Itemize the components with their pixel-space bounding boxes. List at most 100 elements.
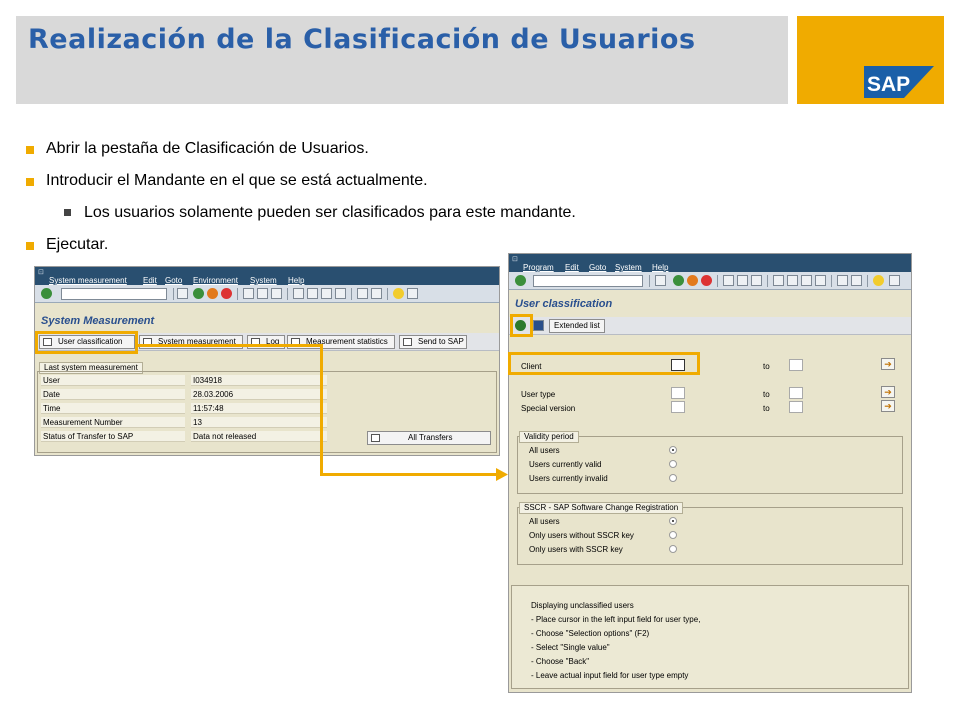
last-page-icon[interactable]: [335, 288, 346, 299]
sscr-without-key-radio[interactable]: [669, 531, 677, 539]
menu-edit[interactable]: Edit: [565, 263, 579, 272]
radio-label: Users currently valid: [529, 460, 602, 469]
new-session-icon[interactable]: [357, 288, 368, 299]
enter-icon[interactable]: [41, 288, 52, 299]
find-icon[interactable]: [257, 288, 268, 299]
special-version-input-from[interactable]: [671, 401, 685, 413]
info-icon[interactable]: [533, 320, 544, 331]
radio-label: Only users with SSCR key: [529, 545, 623, 554]
shortcut-icon[interactable]: [371, 288, 382, 299]
special-version-label: Special version: [521, 404, 576, 413]
validity-currently-valid-radio[interactable]: [669, 460, 677, 468]
standard-toolbar: [509, 272, 911, 290]
find-next-icon[interactable]: [271, 288, 282, 299]
toolbar-separator: [767, 275, 768, 287]
screen-title: User classification: [515, 298, 613, 310]
multiple-selection-arrow-icon[interactable]: ➔: [881, 400, 895, 412]
find-next-icon[interactable]: [751, 275, 762, 286]
save-icon[interactable]: [655, 275, 666, 286]
previous-page-icon[interactable]: [307, 288, 318, 299]
send-to-sap-button[interactable]: Send to SAP: [399, 335, 467, 349]
menu-bar: ⊡ System measurement Edit Goto Environme…: [35, 267, 499, 285]
print-icon[interactable]: [243, 288, 254, 299]
title-band: Realización de la Clasificación de Usuar…: [16, 16, 788, 104]
enter-icon[interactable]: [515, 275, 526, 286]
window-menu-icon[interactable]: ⊡: [512, 255, 518, 263]
connector-line: [138, 344, 323, 347]
help-icon[interactable]: [873, 275, 884, 286]
help-icon[interactable]: [393, 288, 404, 299]
toolbar-separator: [387, 288, 388, 300]
all-transfers-button[interactable]: All Transfers: [367, 431, 491, 445]
cancel-icon[interactable]: [221, 288, 232, 299]
next-page-icon[interactable]: [801, 275, 812, 286]
back-icon[interactable]: [193, 288, 204, 299]
menu-program[interactable]: Program: [523, 263, 554, 272]
back-icon[interactable]: [673, 275, 684, 286]
toolbar-separator: [717, 275, 718, 287]
toolbar-separator: [287, 288, 288, 300]
menu-system[interactable]: System: [615, 263, 642, 272]
list-icon: [371, 434, 380, 442]
bullet-marker: [26, 178, 34, 186]
last-page-icon[interactable]: [815, 275, 826, 286]
bullet-marker: [26, 242, 34, 250]
find-icon[interactable]: [737, 275, 748, 286]
sscr-all-users-radio[interactable]: [669, 517, 677, 525]
previous-page-icon[interactable]: [787, 275, 798, 286]
exit-icon[interactable]: [207, 288, 218, 299]
user-type-input-from[interactable]: [671, 387, 685, 399]
exit-icon[interactable]: [687, 275, 698, 286]
button-label: Extended list: [554, 321, 600, 330]
info-line: - Choose "Back": [531, 657, 590, 666]
layout-icon[interactable]: [407, 288, 418, 299]
command-field[interactable]: [533, 275, 643, 287]
row-key: Time: [41, 403, 185, 414]
row-value: 11:57:48: [191, 403, 327, 414]
menu-system-measurement[interactable]: System measurement: [49, 276, 127, 285]
first-page-icon[interactable]: [773, 275, 784, 286]
extended-list-button[interactable]: Extended list: [549, 319, 605, 333]
table-row: Time 11:57:48: [41, 403, 331, 414]
client-input-to[interactable]: [789, 359, 803, 371]
user-type-input-to[interactable]: [789, 387, 803, 399]
shortcut-icon[interactable]: [851, 275, 862, 286]
radio-label: Users currently invalid: [529, 474, 608, 483]
command-field[interactable]: [61, 288, 167, 300]
validity-all-users-radio[interactable]: [669, 446, 677, 454]
menu-help[interactable]: Help: [288, 276, 304, 285]
to-label: to: [763, 404, 770, 413]
row-key: Status of Transfer to SAP: [41, 431, 185, 442]
menu-edit[interactable]: Edit: [143, 276, 157, 285]
logo-band: SAP: [797, 16, 944, 104]
connector-line: [320, 473, 498, 476]
menu-goto[interactable]: Goto: [165, 276, 182, 285]
validity-currently-invalid-radio[interactable]: [669, 474, 677, 482]
row-value: 28.03.2006: [191, 389, 327, 400]
row-value: 13: [191, 417, 327, 428]
menu-system[interactable]: System: [250, 276, 277, 285]
sap-logo: SAP: [864, 66, 934, 98]
first-page-icon[interactable]: [293, 288, 304, 299]
menu-environment[interactable]: Environment: [193, 276, 238, 285]
next-page-icon[interactable]: [321, 288, 332, 299]
print-icon[interactable]: [723, 275, 734, 286]
menu-help[interactable]: Help: [652, 263, 668, 272]
sscr-with-key-radio[interactable]: [669, 545, 677, 553]
row-value: I034918: [191, 375, 327, 386]
window-menu-icon[interactable]: ⊡: [38, 268, 44, 276]
multiple-selection-arrow-icon[interactable]: ➔: [881, 386, 895, 398]
multiple-selection-arrow-icon[interactable]: ➔: [881, 358, 895, 370]
to-label: to: [763, 390, 770, 399]
info-line: - Place cursor in the left input field f…: [531, 615, 701, 624]
new-session-icon[interactable]: [837, 275, 848, 286]
menu-goto[interactable]: Goto: [589, 263, 606, 272]
special-version-input-to[interactable]: [789, 401, 803, 413]
layout-icon[interactable]: [889, 275, 900, 286]
bullet-text: Introducir el Mandante en el que se está…: [46, 172, 428, 189]
row-key: User: [41, 375, 185, 386]
save-icon[interactable]: [177, 288, 188, 299]
row-value: Data not released: [191, 431, 327, 442]
info-line: - Select "Single value": [531, 643, 610, 652]
cancel-icon[interactable]: [701, 275, 712, 286]
